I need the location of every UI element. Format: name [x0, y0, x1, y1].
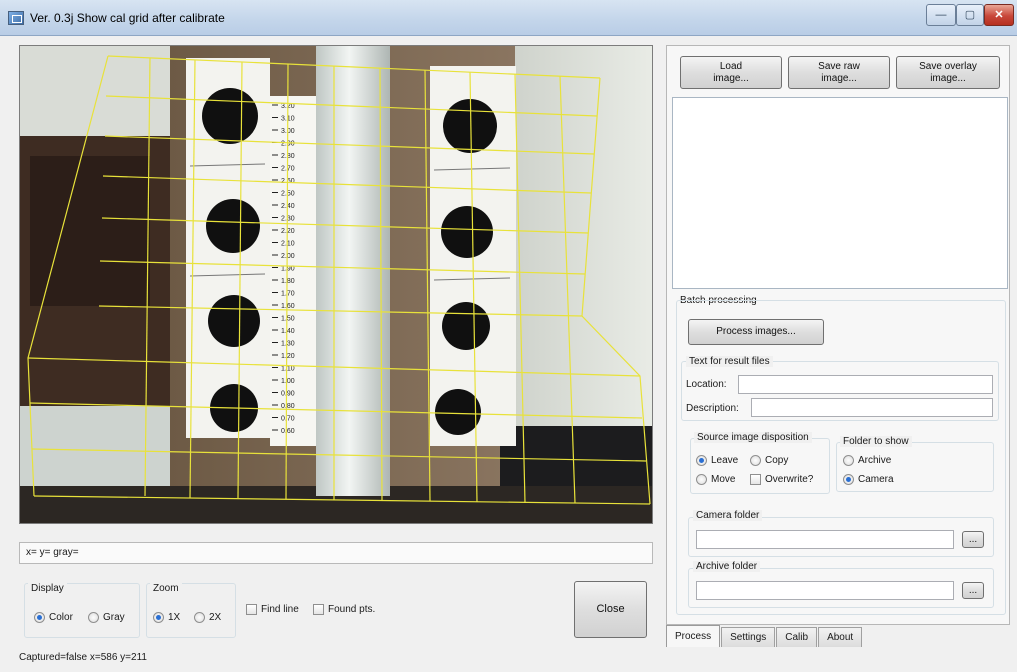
- radio-selected-indicator: [34, 612, 45, 623]
- description-input[interactable]: [751, 398, 993, 417]
- disposition-copy-radio[interactable]: Copy: [750, 455, 788, 466]
- radio-unselected-indicator: [194, 612, 205, 623]
- camera-folder-browse-button[interactable]: ...: [962, 531, 984, 548]
- source-disposition-group: [690, 438, 830, 494]
- save-raw-image-button[interactable]: Save raw image...: [788, 56, 890, 89]
- process-images-button[interactable]: Process images...: [688, 319, 824, 345]
- zoom-1x-label: 1X: [168, 612, 181, 623]
- save-overlay-image-button[interactable]: Save overlay image...: [896, 56, 1000, 89]
- title-bar: Ver. 0.3j Show cal grid after calibrate …: [0, 0, 1017, 36]
- close-button[interactable]: Close: [574, 581, 647, 638]
- disposition-move-radio[interactable]: Move: [696, 474, 735, 485]
- tab-process[interactable]: Process: [666, 625, 721, 647]
- display-gray-label: Gray: [103, 612, 125, 623]
- location-label: Location:: [686, 379, 727, 390]
- camera-folder-input[interactable]: [696, 530, 954, 549]
- overwrite-checkbox[interactable]: Overwrite?: [750, 474, 813, 485]
- found-pts-label: Found pts.: [328, 604, 376, 615]
- result-text-group-title: Text for result files: [686, 356, 773, 367]
- folder-archive-radio[interactable]: Archive: [843, 455, 891, 466]
- scale-label: 2.10: [281, 241, 295, 248]
- scale-label: 1.40: [281, 328, 295, 335]
- scale-label: 1.00: [281, 378, 295, 385]
- radio-selected-indicator: [696, 455, 707, 466]
- tab-about[interactable]: About: [818, 627, 863, 647]
- close-icon: ✕: [994, 9, 1004, 21]
- display-gray-radio[interactable]: Gray: [88, 612, 125, 623]
- load-image-button[interactable]: Load image...: [680, 56, 782, 89]
- zoom-2x-label: 2X: [209, 612, 222, 623]
- source-disposition-title: Source image disposition: [694, 432, 812, 443]
- maximize-button[interactable]: ▢: [956, 4, 984, 26]
- scale-label: 1.80: [281, 278, 295, 285]
- radio-selected-indicator: [843, 474, 854, 485]
- camera-folder-title: Camera folder: [693, 510, 763, 521]
- zoom-2x-radio[interactable]: 2X: [194, 612, 221, 623]
- camera-image: 3.203.103.002.902.802.702.602.502.402.30…: [20, 46, 652, 523]
- disposition-leave-radio[interactable]: Leave: [696, 455, 738, 466]
- checkbox-box: [313, 604, 324, 615]
- description-label: Description:: [686, 403, 739, 414]
- display-group-title: Display: [28, 583, 67, 594]
- archive-folder-browse-button[interactable]: ...: [962, 582, 984, 599]
- checkbox-box: [750, 474, 761, 485]
- camera-view[interactable]: 3.20 3.10 3.00 2.90 2.80 2.70 2.60 2.50 2.40 2.30…: [19, 45, 653, 524]
- location-input[interactable]: [738, 375, 993, 394]
- display-color-radio[interactable]: Color: [34, 612, 73, 623]
- scale-label: 1.50: [281, 316, 295, 323]
- scale-label: 1.20: [281, 353, 295, 360]
- display-color-label: Color: [49, 612, 73, 623]
- minimize-button[interactable]: —: [926, 4, 956, 26]
- maximize-icon: ▢: [964, 9, 976, 21]
- scale-label: 0.70: [281, 416, 295, 423]
- scale-label: 1.70: [281, 291, 295, 298]
- folder-camera-radio[interactable]: Camera: [843, 474, 894, 485]
- find-line-label: Find line: [261, 604, 299, 615]
- archive-folder-title: Archive folder: [693, 561, 761, 572]
- radio-unselected-indicator: [843, 455, 854, 466]
- archive-folder-input[interactable]: [696, 581, 954, 600]
- window-title: Ver. 0.3j Show cal grid after calibrate: [30, 11, 225, 25]
- scale-label: 1.30: [281, 341, 295, 348]
- tab-settings[interactable]: Settings: [721, 627, 776, 647]
- window-close-button[interactable]: ✕: [984, 4, 1014, 26]
- app-icon: [8, 11, 24, 25]
- found-pts-checkbox[interactable]: Found pts.: [313, 604, 375, 615]
- disposition-copy-label: Copy: [765, 455, 789, 466]
- scale-label: 2.20: [281, 228, 295, 235]
- scale-label: 2.00: [281, 253, 295, 260]
- checkbox-box: [246, 604, 257, 615]
- find-line-checkbox[interactable]: Find line: [246, 604, 299, 615]
- radio-selected-indicator: [153, 612, 164, 623]
- radio-unselected-indicator: [750, 455, 761, 466]
- disposition-leave-label: Leave: [711, 455, 739, 466]
- status-bar-text: Captured=false x=586 y=211: [19, 652, 147, 663]
- scale-label: 0.60: [281, 428, 295, 435]
- scale-label: 0.90: [281, 391, 295, 398]
- folder-camera-label: Camera: [858, 474, 894, 485]
- pixel-readout: x= y= gray=: [19, 542, 653, 564]
- image-list[interactable]: [672, 97, 1008, 289]
- radio-unselected-indicator: [88, 612, 99, 623]
- tab-calib[interactable]: Calib: [776, 627, 818, 647]
- radio-unselected-indicator: [696, 474, 707, 485]
- scale-label: 1.60: [281, 303, 295, 310]
- tab-strip: Process Settings Calib About: [666, 625, 863, 647]
- zoom-group-title: Zoom: [150, 583, 182, 594]
- disposition-move-label: Move: [711, 474, 736, 485]
- zoom-1x-radio[interactable]: 1X: [153, 612, 180, 623]
- overwrite-label: Overwrite?: [765, 474, 814, 485]
- folder-archive-label: Archive: [858, 455, 892, 466]
- scale-label: 1.10: [281, 366, 295, 373]
- folder-to-show-title: Folder to show: [840, 436, 912, 447]
- minimize-icon: —: [935, 9, 947, 21]
